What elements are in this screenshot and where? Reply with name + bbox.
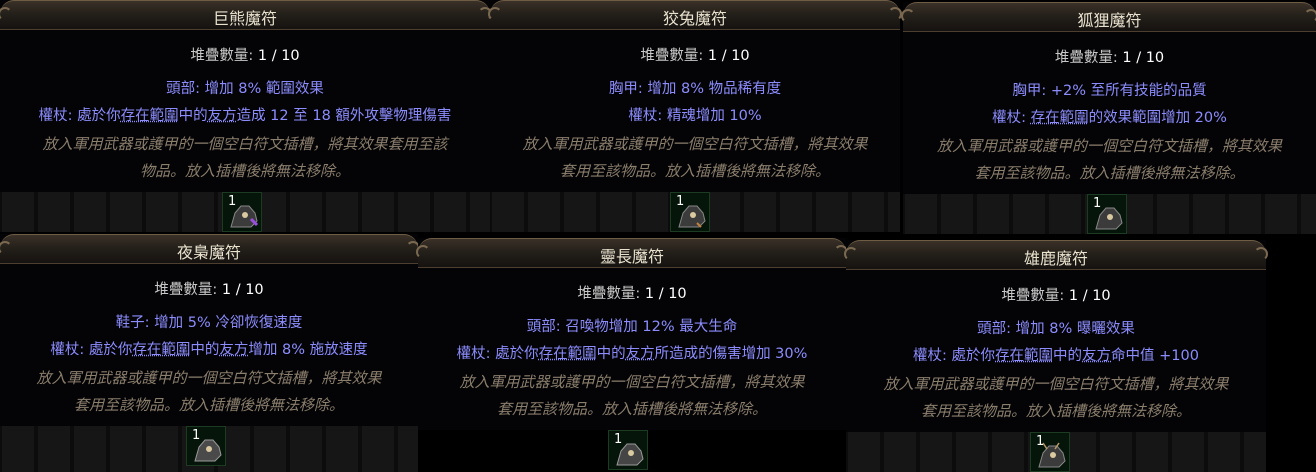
mod-line-1: 頭部: 召喚物增加 12% 最大生命 (526, 319, 738, 335)
mod-line-1: 胸甲: +2% 至所有技能的品質 (1012, 83, 1207, 99)
item-title: 狐狸魔符 (1077, 11, 1142, 30)
stack-size: 堆疊數量: 1 / 10 (577, 286, 687, 302)
mod-line-2: 權杖: 精魂增加 10% (628, 108, 762, 124)
item-title: 靈長魔符 (599, 247, 664, 266)
talisman-icon (1095, 207, 1123, 230)
tooltip-header: 靈長魔符 (416, 238, 848, 268)
item-title: 雄鹿魔符 (1023, 249, 1088, 268)
talisman-icon (194, 439, 222, 462)
stack-size: 堆疊數量: 1 / 10 (1054, 50, 1165, 66)
item-description: 放入軍用武器或護甲的一個空白符文插槽，將其效果套用至該物品。放入插槽後將無法移除… (36, 369, 382, 414)
tooltip-primate-talisman: 靈長魔符 堆疊數量: 1 / 10 頭部: 召喚物增加 12% 最大生命 權杖:… (416, 238, 848, 430)
inventory-slot[interactable]: 1 (186, 426, 226, 466)
item-description: 放入軍用武器或護甲的一個空白符文插槽，將其效果套用至該物品。放入插槽後將無法移除… (522, 135, 868, 180)
item-description: 放入軍用武器或護甲的一個空白符文插槽，將其效果套用至該物品。放入插槽後將無法移除… (883, 375, 1229, 420)
mod-line-1: 鞋子: 增加 5% 冷卻恢復速度 (115, 315, 303, 331)
item-title: 夜梟魔符 (176, 243, 241, 262)
stack-size: 堆疊數量: 1 / 10 (640, 48, 750, 64)
talisman-icon (678, 205, 706, 228)
keyword-presence[interactable]: 存在範圍 (539, 346, 597, 362)
keyword-presence[interactable]: 存在範圍 (132, 342, 190, 358)
mod-line-2: 權杖: 處於你存在範圍中的友方增加 8% 施放速度 (50, 342, 368, 358)
mod-line-1: 胸甲: 增加 8% 物品稀有度 (608, 81, 782, 97)
inventory-slot[interactable]: 1 (1030, 432, 1070, 472)
stack-size: 堆疊數量: 1 / 10 (1001, 288, 1111, 304)
mod-line-1: 頭部: 增加 8% 範圍效果 (166, 81, 324, 97)
tooltip-owl-talisman: 夜梟魔符 堆疊數量: 1 / 10 鞋子: 增加 5% 冷卻恢復速度 權杖: 處… (0, 234, 420, 426)
tooltip-header: 巨熊魔符 (0, 0, 492, 30)
item-description: 放入軍用武器或護甲的一個空白符文插槽，將其效果套用至該物品。放入插槽後將無法移除… (459, 373, 805, 418)
inventory-slot[interactable]: 1 (222, 192, 262, 232)
keyword-presence[interactable]: 存在範圍 (995, 348, 1053, 364)
tooltip-header: 雄鹿魔符 (844, 240, 1268, 270)
keyword-presence[interactable]: 存在範圍 (121, 108, 179, 124)
mod-line-2: 權杖: 處於你存在範圍中的友方造成 12 至 18 額外攻擊物理傷害 (38, 108, 452, 124)
item-title: 狡兔魔符 (662, 9, 727, 28)
item-description: 放入軍用武器或護甲的一個空白符文插槽，將其效果套用至該物品。放入插槽後將無法移除… (42, 135, 448, 180)
inventory-slot[interactable]: 1 (670, 192, 710, 232)
inventory-slot[interactable]: 1 (608, 430, 648, 470)
keyword-ally[interactable]: 友方 (219, 342, 248, 358)
tooltip-header: 狡兔魔符 (488, 0, 902, 30)
talisman-icon (616, 443, 644, 466)
keyword-presence[interactable]: 存在範圍 (1031, 110, 1089, 126)
talisman-icon (1038, 442, 1066, 468)
mod-line-2: 權杖: 存在範圍的效果範圍增加 20% (992, 110, 1227, 126)
keyword-ally[interactable]: 友方 (208, 108, 237, 124)
keyword-ally[interactable]: 友方 (1082, 348, 1111, 364)
item-description: 放入軍用武器或護甲的一個空白符文插槽，將其效果套用至該物品。放入插槽後將無法移除… (936, 137, 1282, 182)
stack-size: 堆疊數量: 1 / 10 (190, 48, 300, 64)
inventory-slot[interactable]: 1 (1087, 194, 1127, 234)
tooltip-header: 狐狸魔符 (901, 2, 1316, 32)
tooltip-stag-talisman: 雄鹿魔符 堆疊數量: 1 / 10 頭部: 增加 8% 曝曬效果 權杖: 處於你… (844, 240, 1268, 432)
stack-size: 堆疊數量: 1 / 10 (154, 282, 264, 298)
tooltip-header: 夜梟魔符 (0, 234, 420, 264)
keyword-ally[interactable]: 友方 (626, 346, 655, 362)
mod-line-2: 權杖: 處於你存在範圍中的友方命中值 +100 (913, 348, 1199, 364)
talisman-icon (230, 205, 259, 228)
item-title: 巨熊魔符 (212, 9, 277, 28)
mod-line-1: 頭部: 增加 8% 曝曬效果 (977, 321, 1135, 337)
mod-line-2: 權杖: 處於你存在範圍中的友方所造成的傷害增加 30% (456, 346, 808, 362)
